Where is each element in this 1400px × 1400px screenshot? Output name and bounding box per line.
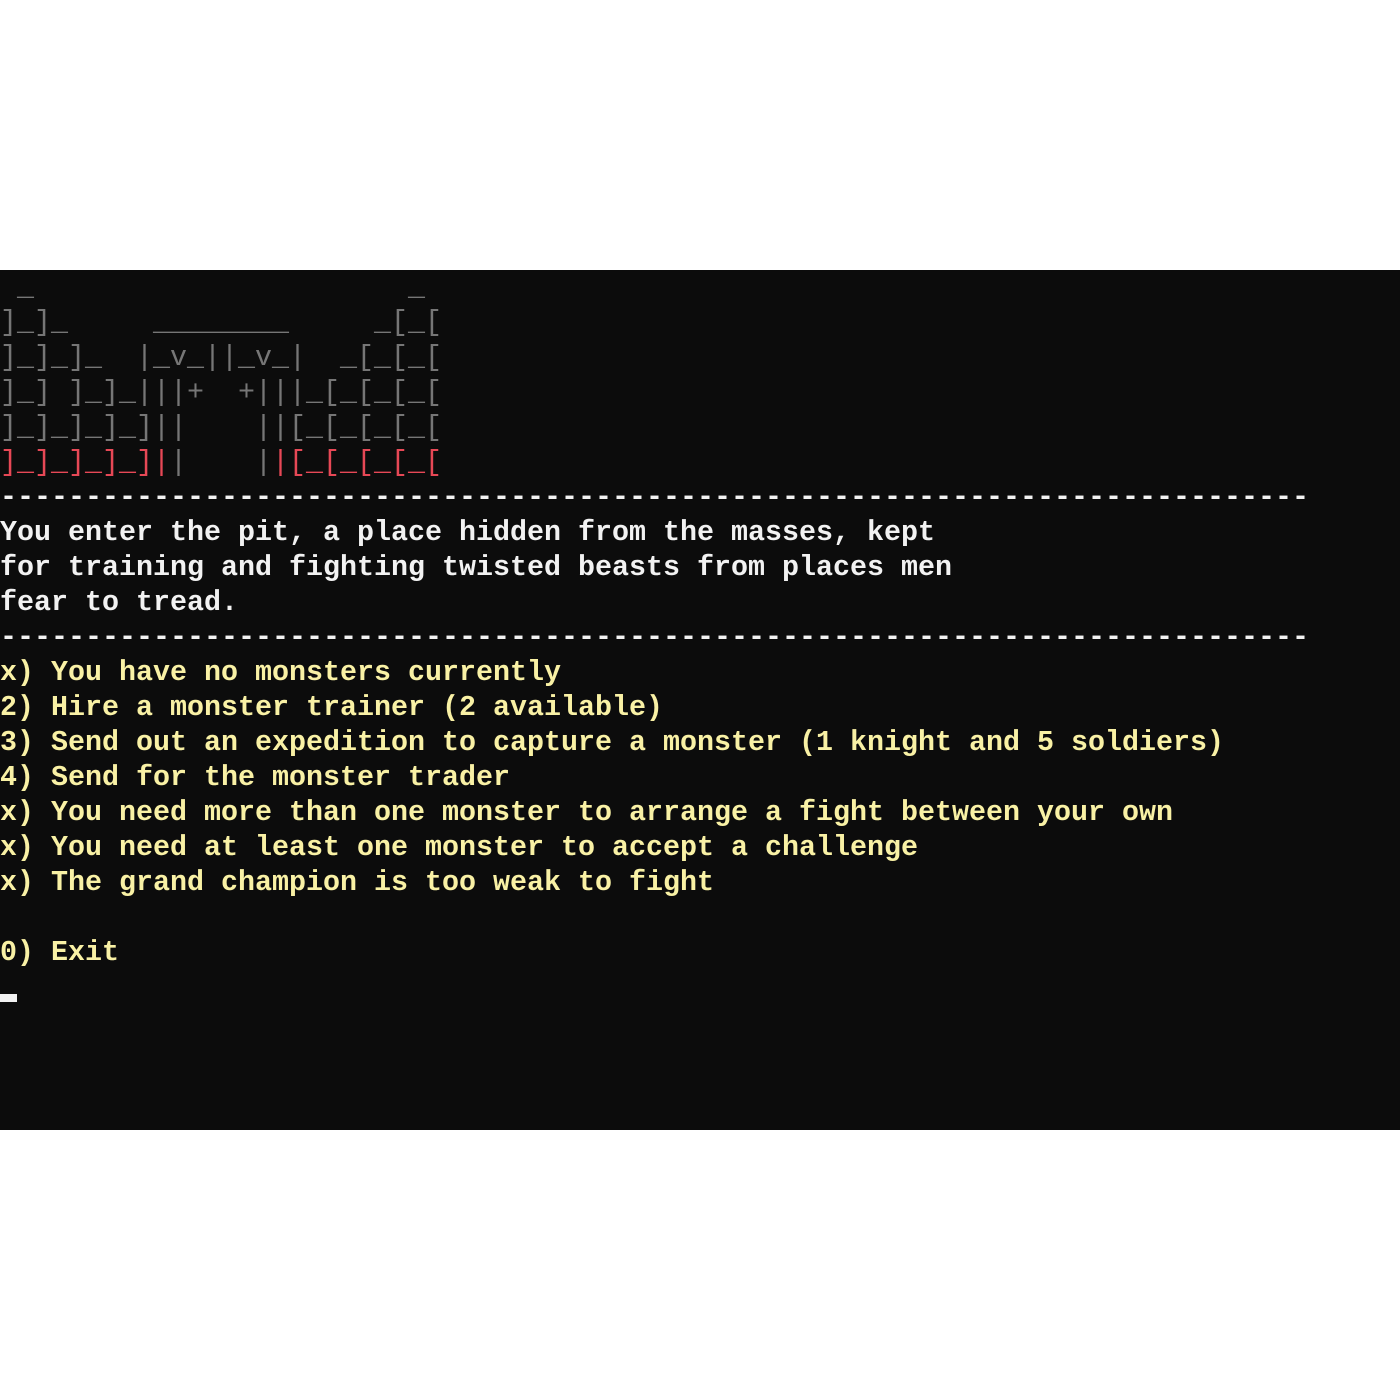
banner-row: ]_]_]_ |_v_||_v_| _[_[_[ [0, 340, 1400, 375]
terminal-window[interactable]: _ _]_]_ ________ _[_[]_]_]_ |_v_||_v_| _… [0, 270, 1400, 1130]
banner-segment: | | [170, 446, 272, 479]
menu-key-paren: ) [17, 656, 51, 689]
menu-key: 0 [0, 936, 17, 969]
menu-key: x [0, 831, 17, 864]
menu-key: x [0, 866, 17, 899]
banner-segment: ]_]_]_]_]|| ||[_[_[_[_[ [0, 411, 442, 444]
intro-text: You enter the pit, a place hidden from t… [0, 515, 1400, 620]
menu-item-disabled: x) You have no monsters currently [0, 655, 1400, 690]
separator-top: ----------------------------------------… [0, 481, 1309, 514]
input-line[interactable] [0, 970, 1400, 1005]
menu-key: 3 [0, 726, 17, 759]
menu-item[interactable]: 4) Send for the monster trader [0, 760, 1400, 795]
text-cursor [0, 994, 17, 1002]
banner-segment: _ _ [0, 271, 425, 304]
menu-key: 4 [0, 761, 17, 794]
menu-item[interactable]: 3) Send out an expedition to capture a m… [0, 725, 1400, 760]
menu-label: You have no monsters currently [51, 656, 561, 689]
menu-label: You need more than one monster to arrang… [51, 796, 1173, 829]
menu-label: Send out an expedition to capture a mons… [51, 726, 1224, 759]
separator-bottom: ----------------------------------------… [0, 621, 1309, 654]
banner-row: ]_]_]_]_]|| ||[_[_[_[_[ [0, 410, 1400, 445]
menu-key: x [0, 656, 17, 689]
banner-row: _ _ [0, 270, 1400, 305]
menu-item-disabled: x) The grand champion is too weak to fig… [0, 865, 1400, 900]
banner-row: ]_] ]_]_|||+ +|||_[_[_[_[ [0, 375, 1400, 410]
menu-item[interactable]: 2) Hire a monster trainer (2 available) [0, 690, 1400, 725]
menu-item-disabled: x) You need at least one monster to acce… [0, 830, 1400, 865]
ascii-banner: _ _]_]_ ________ _[_[]_]_]_ |_v_||_v_| _… [0, 270, 1400, 480]
intro-line: for training and fighting twisted beasts… [0, 551, 952, 584]
menu-list: x) You have no monsters currently 2) Hire… [0, 655, 1400, 900]
banner-row: ]_]_ ________ _[_[ [0, 305, 1400, 340]
menu-item-disabled: x) You need more than one monster to arr… [0, 795, 1400, 830]
menu-key-paren: ) [17, 866, 51, 899]
intro-line: fear to tread. [0, 586, 238, 619]
menu-label: Exit [51, 936, 119, 969]
menu-item-exit[interactable]: 0) Exit [0, 935, 1400, 970]
menu-key-paren: ) [17, 691, 51, 724]
banner-segment: ]_]_ ________ _[_[ [0, 306, 442, 339]
menu-label: Hire a monster trainer (2 available) [51, 691, 663, 724]
menu-label: Send for the monster trader [51, 761, 510, 794]
banner-segment: ]_]_]_]_]| [0, 446, 170, 479]
menu-key-paren: ) [17, 796, 51, 829]
menu-key-paren: ) [17, 726, 51, 759]
banner-segment: ]_]_]_ |_v_||_v_| _[_[_[ [0, 341, 442, 374]
banner-segment: ]_] ]_]_|||+ +|||_[_[_[_[ [0, 376, 442, 409]
menu-label: The grand champion is too weak to fight [51, 866, 714, 899]
menu-key: x [0, 796, 17, 829]
menu-key-paren: ) [17, 831, 51, 864]
intro-line: You enter the pit, a place hidden from t… [0, 516, 935, 549]
banner-segment: |[_[_[_[_[ [272, 446, 442, 479]
menu-key-paren: ) [17, 936, 51, 969]
menu-key: 2 [0, 691, 17, 724]
menu-key-paren: ) [17, 761, 51, 794]
banner-row: ]_]_]_]_]|| ||[_[_[_[_[ [0, 445, 1400, 480]
menu-label: You need at least one monster to accept … [51, 831, 918, 864]
